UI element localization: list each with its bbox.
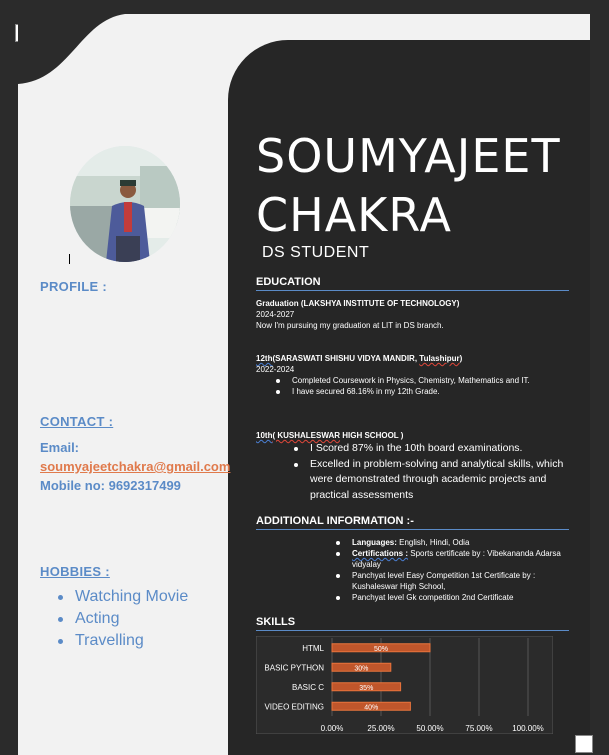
additional-info-list: Languages: English, Hindi, Odia Certific…	[334, 537, 574, 603]
list-item: Excelled in problem-solving and analytic…	[292, 457, 567, 504]
last-name: CHAKRA	[256, 188, 452, 242]
tenth-heading: 10th( KUSHALESWAR HIGH SCHOOL )	[256, 431, 404, 440]
list-item: Panchyat level Easy Competition 1st Cert…	[334, 570, 574, 592]
tenth-bullets: I Scored 87% in the 10th board examinati…	[292, 441, 567, 503]
resize-handle-icon[interactable]	[575, 735, 593, 753]
grad-years: 2024-2027	[256, 310, 295, 319]
mobile-number: Mobile no: 9692317499	[40, 478, 181, 493]
job-title: DS STUDENT	[262, 244, 370, 261]
category-label: BASIC PYTHON	[264, 663, 324, 672]
hobby-item: Watching Movie	[58, 586, 188, 608]
x-tick-label: 25.00%	[367, 724, 394, 733]
bar-data-label: 40%	[364, 704, 378, 711]
hobby-item: Acting	[58, 608, 188, 630]
list-item: Completed Coursework in Physics, Chemist…	[274, 375, 554, 386]
first-name: SOUMYAJEET	[256, 129, 561, 183]
email-link[interactable]: soumyajeetchakra@gmail.com	[40, 459, 230, 474]
twelfth-heading: 12th(SARASWATI SHISHU VIDYA MANDIR, Tula…	[256, 354, 463, 363]
category-label: BASIC C	[292, 683, 324, 692]
bar-data-label: 50%	[374, 646, 388, 653]
hobbies-list: Watching Movie Acting Travelling	[58, 586, 188, 652]
list-item: Languages: English, Hindi, Odia	[334, 537, 574, 548]
x-tick-label: 75.00%	[465, 724, 492, 733]
list-item: Certifications : Sports certificate by :…	[334, 548, 574, 570]
twelfth-years: 2022-2024	[256, 365, 295, 374]
hobbies-heading: HOBBIES :	[40, 564, 110, 579]
category-label: VIDEO EDITING	[264, 702, 324, 711]
bar-data-label: 30%	[354, 665, 368, 672]
skills-heading: SKILLS	[256, 616, 569, 631]
profile-photo	[70, 146, 180, 262]
grad-heading: Graduation (LAKSHYA INSTITUTE OF TECHNOL…	[256, 299, 460, 308]
list-item: Panchyat level Gk competition 2nd Certif…	[334, 592, 574, 603]
list-item: I have secured 68.16% in my 12th Grade.	[274, 386, 554, 397]
education-heading: EDUCATION	[256, 276, 569, 291]
profile-heading: PROFILE :	[40, 279, 107, 294]
bar-data-label: 35%	[359, 685, 373, 692]
email-label: Email:	[40, 440, 80, 455]
x-tick-label: 50.00%	[416, 724, 443, 733]
list-item: I Scored 87% in the 10th board examinati…	[292, 441, 567, 457]
skills-bar-chart: 0.00% 25.00% 50.00% 75.00% 100.00% HTML 50% BAS…	[256, 636, 553, 734]
twelfth-bullets: Completed Coursework in Physics, Chemist…	[274, 375, 554, 397]
category-label: HTML	[302, 644, 324, 653]
x-tick-label: 100.00%	[512, 724, 544, 733]
grad-description: Now I'm pursuing my graduation at LIT in…	[256, 321, 444, 330]
hobby-item: Travelling	[58, 630, 188, 652]
additional-info-heading: ADDITIONAL INFORMATION :-	[256, 515, 569, 530]
text-cursor	[69, 254, 70, 264]
contact-heading: CONTACT :	[40, 414, 114, 429]
x-tick-label: 0.00%	[321, 724, 344, 733]
